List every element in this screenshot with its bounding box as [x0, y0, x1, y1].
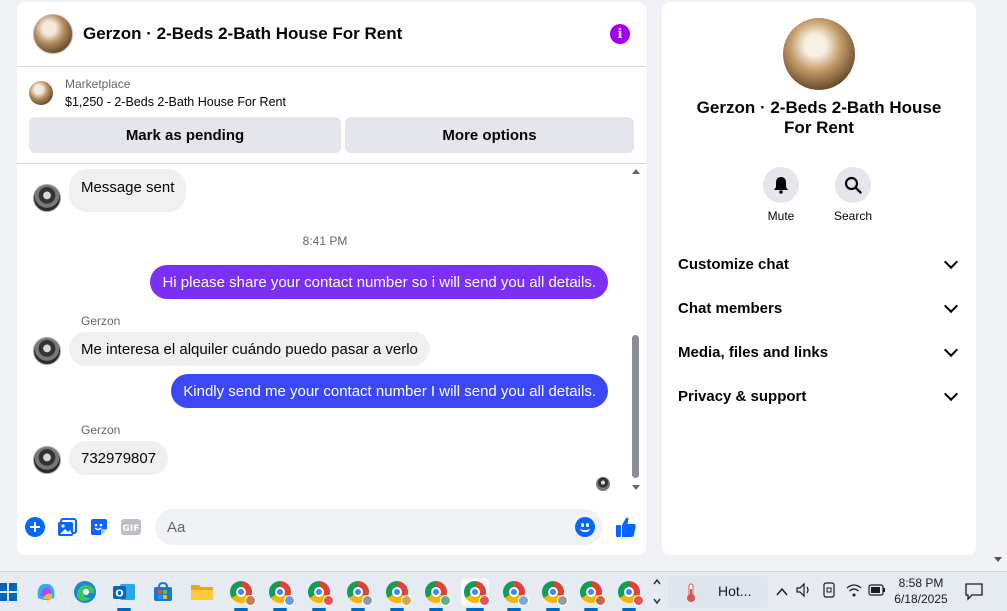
- page-scroll-down-arrow[interactable]: [994, 557, 1002, 562]
- message-bubble: Me interesa el alquiler cuándo puedo pas…: [69, 332, 430, 366]
- listing-avatar-large[interactable]: [783, 18, 855, 90]
- chat-header: Gerzon · 2-Beds 2-Bath House For Rent i: [17, 2, 646, 67]
- clock-time: 8:58 PM: [898, 576, 944, 590]
- taskbar-overflow-arrows[interactable]: [652, 575, 662, 607]
- chevron-down-icon: [943, 298, 959, 313]
- chevron-down-icon: [943, 254, 959, 269]
- outlook-icon[interactable]: O: [110, 578, 138, 611]
- chrome-icon-active[interactable]: [461, 578, 490, 611]
- chrome-icon[interactable]: [500, 578, 529, 611]
- listing-thumbnail[interactable]: [29, 81, 53, 105]
- avatar[interactable]: [33, 446, 61, 474]
- search-button[interactable]: Search: [823, 167, 883, 223]
- avatar[interactable]: [33, 184, 61, 212]
- message-list: Message sent 8:41 PM Hi please share you…: [17, 165, 633, 497]
- clock-date: 6/18/2025: [894, 592, 948, 606]
- svg-text:O: O: [115, 589, 124, 600]
- search-icon: [844, 176, 862, 194]
- weather-text: Hot...: [718, 583, 752, 599]
- notification-icon[interactable]: [964, 581, 984, 606]
- chevron-down-icon: [943, 342, 959, 357]
- edge-icon[interactable]: [71, 578, 99, 606]
- windows-taskbar: O Hot... 8:58 PM 6/18/2025: [0, 571, 1007, 611]
- section-media-files-links[interactable]: Media, files and links: [678, 330, 960, 374]
- chrome-icon[interactable]: [266, 578, 295, 611]
- message-bubble-outgoing: Kindly send me your contact number I wil…: [171, 374, 608, 408]
- bell-icon: [774, 177, 788, 194]
- scroll-up-arrow[interactable]: [632, 169, 640, 174]
- scroll-down-arrow[interactable]: [632, 485, 640, 490]
- seen-indicator-avatar: [596, 477, 610, 491]
- message-bubble: Message sent: [69, 169, 187, 212]
- start-icon[interactable]: [0, 578, 22, 606]
- message-scrollbar[interactable]: [630, 167, 642, 492]
- message-bubble-outgoing: Hi please share your contact number so i…: [150, 265, 608, 299]
- message-input[interactable]: [167, 518, 575, 536]
- gif-icon[interactable]: GIF: [121, 517, 141, 537]
- search-label: Search: [833, 209, 873, 223]
- copilot-icon[interactable]: [32, 578, 60, 606]
- chevron-up-icon[interactable]: [776, 584, 788, 602]
- sender-name: Gerzon: [81, 314, 121, 328]
- section-customize-chat[interactable]: Customize chat: [678, 242, 960, 286]
- divider: [17, 163, 646, 164]
- listing-price-title[interactable]: $1,250 - 2-Beds 2-Bath House For Rent: [65, 93, 286, 111]
- battery-icon[interactable]: [868, 583, 886, 602]
- device-icon[interactable]: [822, 582, 836, 603]
- chat-info-panel: Gerzon · 2-Beds 2-Bath House For Rent Mu…: [662, 2, 976, 555]
- marketplace-label: Marketplace: [65, 77, 131, 91]
- chrome-icon[interactable]: [577, 578, 606, 611]
- listing-avatar[interactable]: [33, 14, 73, 54]
- weather-widget[interactable]: Hot...: [668, 576, 768, 608]
- thermometer-icon: [687, 583, 695, 602]
- thumbs-up-icon[interactable]: [615, 516, 637, 538]
- avatar[interactable]: [33, 337, 61, 365]
- file-explorer-icon[interactable]: [188, 578, 216, 606]
- chrome-icon[interactable]: [539, 578, 568, 611]
- chrome-icon[interactable]: [305, 578, 334, 611]
- section-label: Media, files and links: [678, 343, 829, 361]
- chat-title[interactable]: Gerzon · 2-Beds 2-Bath House For Rent: [83, 24, 610, 44]
- section-label: Chat members: [678, 299, 783, 317]
- wifi-icon[interactable]: [846, 582, 862, 603]
- message-timestamp: 8:41 PM: [302, 234, 348, 248]
- chrome-icon[interactable]: [422, 578, 451, 611]
- sender-name: Gerzon: [81, 423, 121, 437]
- chrome-icon[interactable]: [344, 578, 373, 611]
- chrome-icon[interactable]: [383, 578, 412, 611]
- store-icon[interactable]: [149, 578, 177, 606]
- mute-label: Mute: [767, 209, 795, 223]
- chevron-down-icon: [943, 386, 959, 401]
- mute-button[interactable]: Mute: [751, 167, 811, 223]
- message-input-box[interactable]: [155, 509, 603, 545]
- section-label: Customize chat: [678, 255, 789, 273]
- chrome-icon[interactable]: [227, 578, 256, 611]
- message-bubble: 732979807: [69, 441, 169, 475]
- sticker-icon[interactable]: [89, 517, 109, 537]
- chat-panel: Gerzon · 2-Beds 2-Bath House For Rent i …: [17, 2, 646, 555]
- svg-text:GIF: GIF: [123, 524, 140, 534]
- scrollbar-thumb[interactable]: [632, 335, 639, 478]
- emoji-icon[interactable]: [575, 517, 595, 537]
- info-panel-title: Gerzon · 2-Beds 2-Bath House For Rent: [696, 98, 942, 137]
- info-icon[interactable]: i: [610, 24, 630, 44]
- chrome-icon[interactable]: [615, 578, 644, 611]
- more-options-button[interactable]: More options: [345, 117, 634, 153]
- section-chat-members[interactable]: Chat members: [678, 286, 960, 330]
- section-label: Privacy & support: [678, 387, 807, 405]
- section-privacy-support[interactable]: Privacy & support: [678, 374, 960, 418]
- message-composer: GIF: [17, 507, 646, 547]
- mark-as-pending-button[interactable]: Mark as pending: [29, 117, 341, 153]
- system-clock[interactable]: 8:58 PM 6/18/2025: [886, 575, 956, 607]
- speaker-icon[interactable]: [796, 582, 812, 603]
- photo-icon[interactable]: [57, 517, 77, 537]
- plus-circle-icon[interactable]: [25, 517, 45, 537]
- marketplace-banner: Marketplace $1,250 - 2-Beds 2-Bath House…: [17, 67, 646, 153]
